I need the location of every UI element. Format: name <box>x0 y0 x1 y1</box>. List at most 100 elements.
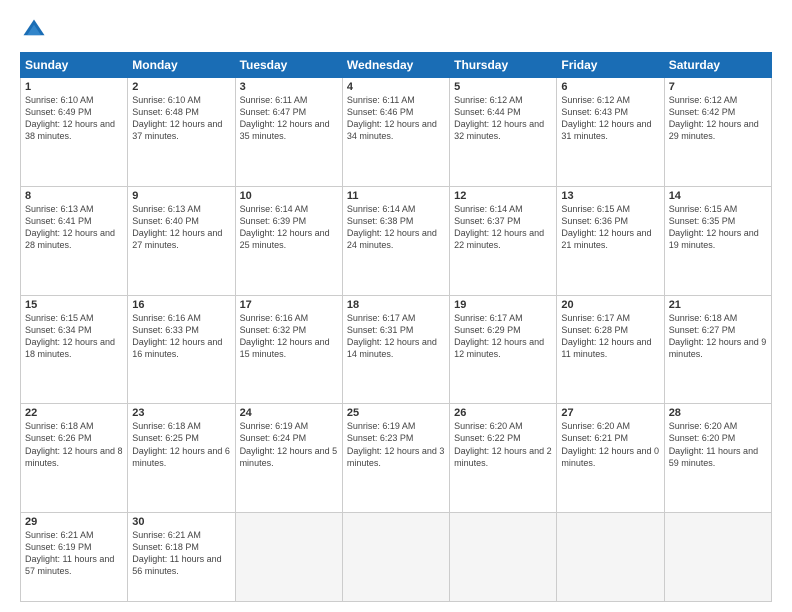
day-cell-13: 13Sunrise: 6:15 AMSunset: 6:36 PMDayligh… <box>557 186 664 295</box>
day-cell-20: 20Sunrise: 6:17 AMSunset: 6:28 PMDayligh… <box>557 295 664 404</box>
day-info: Sunrise: 6:14 AMSunset: 6:37 PMDaylight:… <box>454 203 552 252</box>
day-info: Sunrise: 6:16 AMSunset: 6:33 PMDaylight:… <box>132 312 230 361</box>
day-cell-17: 17Sunrise: 6:16 AMSunset: 6:32 PMDayligh… <box>235 295 342 404</box>
empty-cell <box>557 513 664 602</box>
day-cell-15: 15Sunrise: 6:15 AMSunset: 6:34 PMDayligh… <box>21 295 128 404</box>
empty-cell <box>235 513 342 602</box>
day-number: 15 <box>25 299 123 311</box>
day-number: 8 <box>25 190 123 202</box>
week-row-1: 8Sunrise: 6:13 AMSunset: 6:41 PMDaylight… <box>21 186 772 295</box>
day-info: Sunrise: 6:11 AMSunset: 6:47 PMDaylight:… <box>240 94 338 143</box>
week-row-3: 22Sunrise: 6:18 AMSunset: 6:26 PMDayligh… <box>21 404 772 513</box>
day-cell-26: 26Sunrise: 6:20 AMSunset: 6:22 PMDayligh… <box>450 404 557 513</box>
day-cell-8: 8Sunrise: 6:13 AMSunset: 6:41 PMDaylight… <box>21 186 128 295</box>
day-info: Sunrise: 6:13 AMSunset: 6:40 PMDaylight:… <box>132 203 230 252</box>
day-number: 11 <box>347 190 445 202</box>
header <box>20 16 772 44</box>
day-info: Sunrise: 6:14 AMSunset: 6:39 PMDaylight:… <box>240 203 338 252</box>
day-cell-11: 11Sunrise: 6:14 AMSunset: 6:38 PMDayligh… <box>342 186 449 295</box>
day-info: Sunrise: 6:11 AMSunset: 6:46 PMDaylight:… <box>347 94 445 143</box>
day-number: 1 <box>25 81 123 93</box>
week-row-0: 1Sunrise: 6:10 AMSunset: 6:49 PMDaylight… <box>21 78 772 187</box>
day-cell-12: 12Sunrise: 6:14 AMSunset: 6:37 PMDayligh… <box>450 186 557 295</box>
weekday-header-thursday: Thursday <box>450 53 557 78</box>
day-cell-1: 1Sunrise: 6:10 AMSunset: 6:49 PMDaylight… <box>21 78 128 187</box>
logo-icon <box>20 16 48 44</box>
weekday-header-sunday: Sunday <box>21 53 128 78</box>
day-number: 4 <box>347 81 445 93</box>
day-info: Sunrise: 6:20 AMSunset: 6:21 PMDaylight:… <box>561 420 659 469</box>
day-number: 18 <box>347 299 445 311</box>
day-cell-16: 16Sunrise: 6:16 AMSunset: 6:33 PMDayligh… <box>128 295 235 404</box>
week-row-2: 15Sunrise: 6:15 AMSunset: 6:34 PMDayligh… <box>21 295 772 404</box>
logo <box>20 16 52 44</box>
day-cell-21: 21Sunrise: 6:18 AMSunset: 6:27 PMDayligh… <box>664 295 771 404</box>
day-number: 26 <box>454 407 552 419</box>
day-info: Sunrise: 6:18 AMSunset: 6:25 PMDaylight:… <box>132 420 230 469</box>
day-number: 9 <box>132 190 230 202</box>
day-info: Sunrise: 6:21 AMSunset: 6:18 PMDaylight:… <box>132 529 230 578</box>
weekday-header-saturday: Saturday <box>664 53 771 78</box>
day-number: 29 <box>25 516 123 528</box>
day-info: Sunrise: 6:20 AMSunset: 6:20 PMDaylight:… <box>669 420 767 469</box>
day-info: Sunrise: 6:12 AMSunset: 6:42 PMDaylight:… <box>669 94 767 143</box>
weekday-header-wednesday: Wednesday <box>342 53 449 78</box>
day-number: 25 <box>347 407 445 419</box>
day-cell-9: 9Sunrise: 6:13 AMSunset: 6:40 PMDaylight… <box>128 186 235 295</box>
day-cell-24: 24Sunrise: 6:19 AMSunset: 6:24 PMDayligh… <box>235 404 342 513</box>
day-info: Sunrise: 6:17 AMSunset: 6:28 PMDaylight:… <box>561 312 659 361</box>
day-number: 2 <box>132 81 230 93</box>
day-info: Sunrise: 6:12 AMSunset: 6:43 PMDaylight:… <box>561 94 659 143</box>
day-info: Sunrise: 6:10 AMSunset: 6:48 PMDaylight:… <box>132 94 230 143</box>
day-cell-28: 28Sunrise: 6:20 AMSunset: 6:20 PMDayligh… <box>664 404 771 513</box>
empty-cell <box>664 513 771 602</box>
day-number: 24 <box>240 407 338 419</box>
day-info: Sunrise: 6:15 AMSunset: 6:34 PMDaylight:… <box>25 312 123 361</box>
weekday-header-monday: Monday <box>128 53 235 78</box>
day-number: 5 <box>454 81 552 93</box>
empty-cell <box>450 513 557 602</box>
day-cell-14: 14Sunrise: 6:15 AMSunset: 6:35 PMDayligh… <box>664 186 771 295</box>
day-cell-6: 6Sunrise: 6:12 AMSunset: 6:43 PMDaylight… <box>557 78 664 187</box>
day-info: Sunrise: 6:18 AMSunset: 6:27 PMDaylight:… <box>669 312 767 361</box>
day-number: 20 <box>561 299 659 311</box>
day-number: 16 <box>132 299 230 311</box>
day-cell-18: 18Sunrise: 6:17 AMSunset: 6:31 PMDayligh… <box>342 295 449 404</box>
day-info: Sunrise: 6:18 AMSunset: 6:26 PMDaylight:… <box>25 420 123 469</box>
day-info: Sunrise: 6:20 AMSunset: 6:22 PMDaylight:… <box>454 420 552 469</box>
week-row-4: 29Sunrise: 6:21 AMSunset: 6:19 PMDayligh… <box>21 513 772 602</box>
day-info: Sunrise: 6:15 AMSunset: 6:35 PMDaylight:… <box>669 203 767 252</box>
day-info: Sunrise: 6:16 AMSunset: 6:32 PMDaylight:… <box>240 312 338 361</box>
weekday-header-friday: Friday <box>557 53 664 78</box>
day-number: 13 <box>561 190 659 202</box>
calendar-page: SundayMondayTuesdayWednesdayThursdayFrid… <box>0 0 792 612</box>
day-cell-25: 25Sunrise: 6:19 AMSunset: 6:23 PMDayligh… <box>342 404 449 513</box>
day-cell-7: 7Sunrise: 6:12 AMSunset: 6:42 PMDaylight… <box>664 78 771 187</box>
day-info: Sunrise: 6:10 AMSunset: 6:49 PMDaylight:… <box>25 94 123 143</box>
day-number: 19 <box>454 299 552 311</box>
day-info: Sunrise: 6:21 AMSunset: 6:19 PMDaylight:… <box>25 529 123 578</box>
day-cell-22: 22Sunrise: 6:18 AMSunset: 6:26 PMDayligh… <box>21 404 128 513</box>
day-info: Sunrise: 6:15 AMSunset: 6:36 PMDaylight:… <box>561 203 659 252</box>
day-info: Sunrise: 6:17 AMSunset: 6:31 PMDaylight:… <box>347 312 445 361</box>
day-info: Sunrise: 6:13 AMSunset: 6:41 PMDaylight:… <box>25 203 123 252</box>
day-cell-10: 10Sunrise: 6:14 AMSunset: 6:39 PMDayligh… <box>235 186 342 295</box>
day-cell-23: 23Sunrise: 6:18 AMSunset: 6:25 PMDayligh… <box>128 404 235 513</box>
calendar-table: SundayMondayTuesdayWednesdayThursdayFrid… <box>20 52 772 602</box>
weekday-header-tuesday: Tuesday <box>235 53 342 78</box>
day-number: 22 <box>25 407 123 419</box>
day-cell-19: 19Sunrise: 6:17 AMSunset: 6:29 PMDayligh… <box>450 295 557 404</box>
day-number: 30 <box>132 516 230 528</box>
day-number: 28 <box>669 407 767 419</box>
day-cell-29: 29Sunrise: 6:21 AMSunset: 6:19 PMDayligh… <box>21 513 128 602</box>
empty-cell <box>342 513 449 602</box>
day-cell-2: 2Sunrise: 6:10 AMSunset: 6:48 PMDaylight… <box>128 78 235 187</box>
day-cell-3: 3Sunrise: 6:11 AMSunset: 6:47 PMDaylight… <box>235 78 342 187</box>
day-number: 23 <box>132 407 230 419</box>
day-number: 12 <box>454 190 552 202</box>
day-cell-5: 5Sunrise: 6:12 AMSunset: 6:44 PMDaylight… <box>450 78 557 187</box>
day-info: Sunrise: 6:14 AMSunset: 6:38 PMDaylight:… <box>347 203 445 252</box>
day-number: 7 <box>669 81 767 93</box>
day-info: Sunrise: 6:19 AMSunset: 6:23 PMDaylight:… <box>347 420 445 469</box>
day-info: Sunrise: 6:17 AMSunset: 6:29 PMDaylight:… <box>454 312 552 361</box>
